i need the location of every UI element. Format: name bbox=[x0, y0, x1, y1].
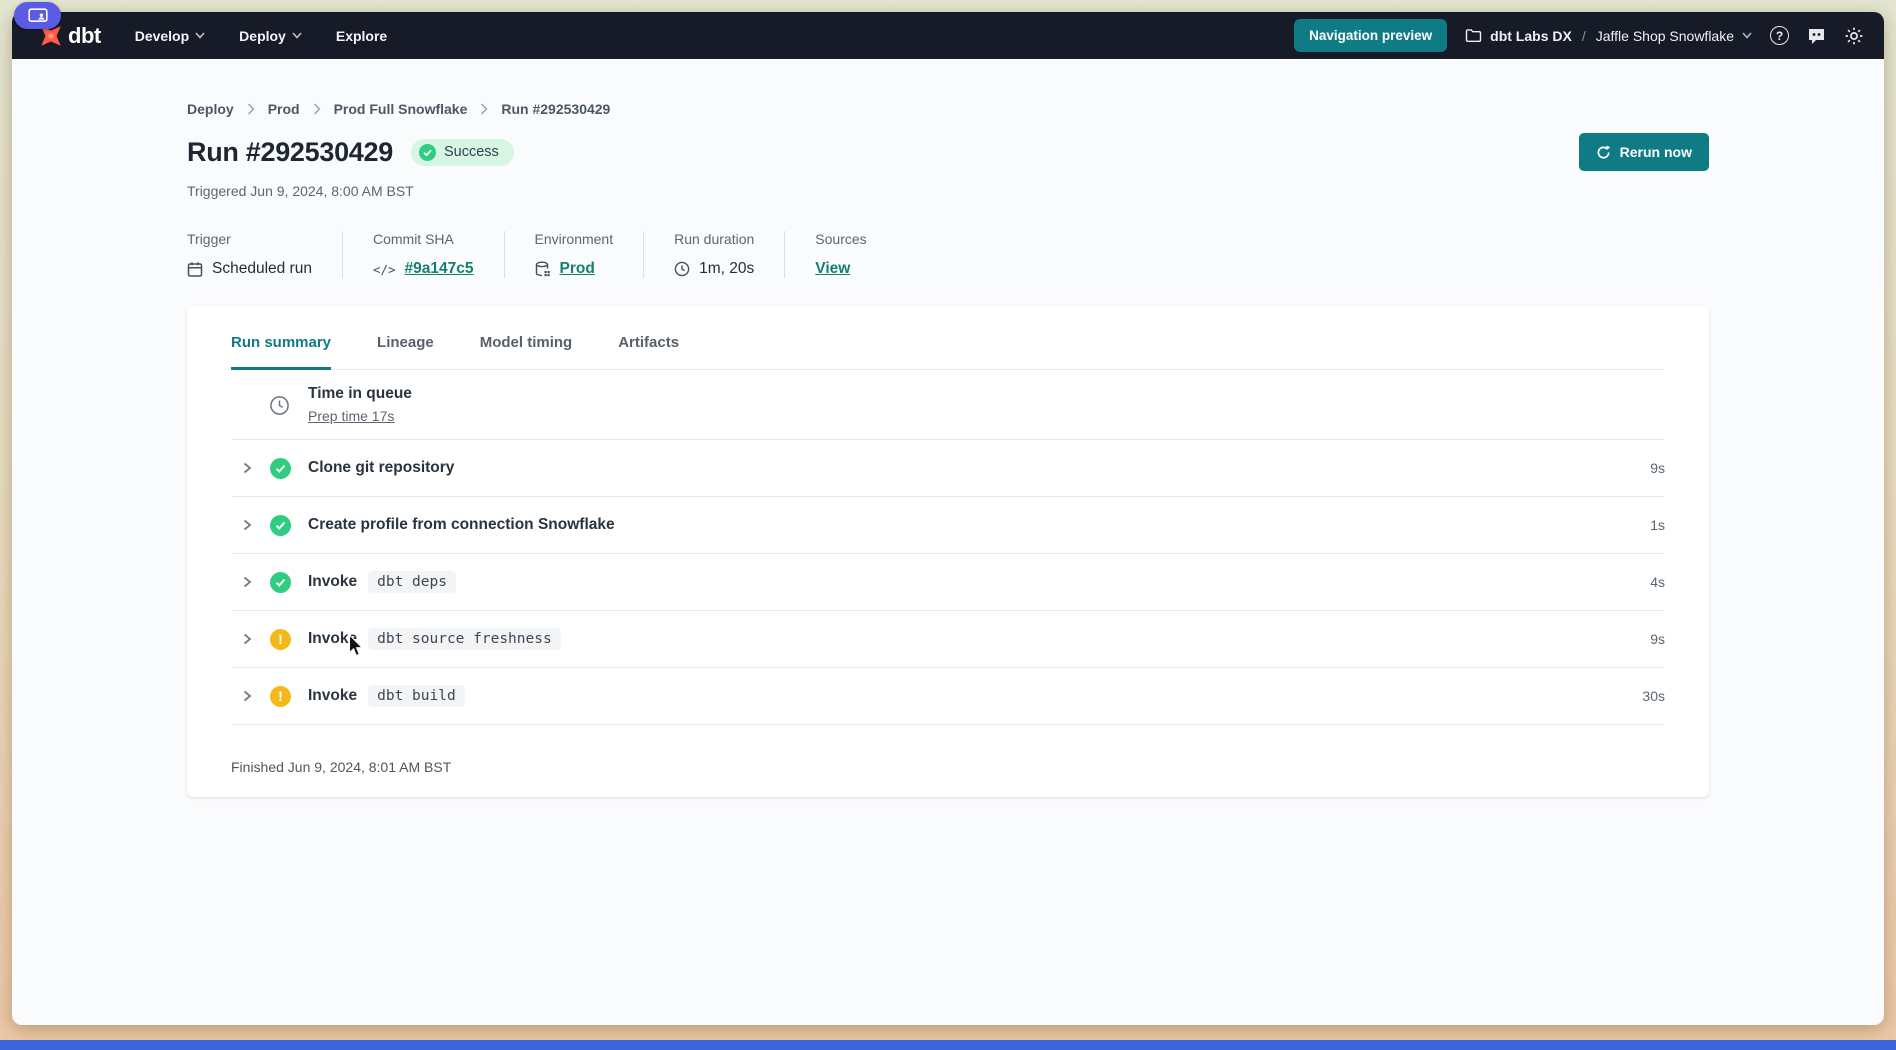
chevron-right-icon bbox=[480, 103, 488, 115]
title-row: Run #292530429 Success Rerun now bbox=[187, 133, 1709, 171]
meta-sources: Sources View bbox=[815, 231, 896, 278]
step-duration: 30s bbox=[1642, 688, 1665, 704]
status-icon: ! bbox=[270, 572, 291, 593]
rerun-now-button[interactable]: Rerun now bbox=[1579, 133, 1709, 171]
meta-run-duration: Run duration 1m, 20s bbox=[674, 231, 785, 278]
step-code: dbt build bbox=[368, 685, 465, 707]
chevron-down-icon bbox=[1742, 32, 1752, 39]
chevron-down-icon bbox=[195, 32, 205, 39]
environment-link[interactable]: Prod bbox=[560, 260, 595, 278]
project-name: Jaffle Shop Snowflake bbox=[1596, 28, 1734, 44]
chevron-right-icon bbox=[313, 103, 321, 115]
expand-chevron-icon[interactable] bbox=[240, 689, 256, 703]
breadcrumb: Deploy Prod Prod Full Snowflake Run #292… bbox=[187, 59, 1709, 117]
bottom-accent-bar bbox=[0, 1040, 1896, 1050]
run-metadata: Trigger Scheduled run Commit SHA </> # bbox=[187, 231, 1709, 278]
gear-icon bbox=[1844, 26, 1864, 46]
success-check-icon bbox=[419, 144, 436, 161]
meta-environment: Environment Prod bbox=[535, 231, 645, 278]
triggered-timestamp: Triggered Jun 9, 2024, 8:00 AM BST bbox=[187, 183, 1709, 199]
breadcrumb-separator: / bbox=[1580, 28, 1588, 44]
help-button[interactable]: ? bbox=[1770, 26, 1789, 45]
run-summary-card: Run summary Lineage Model timing Artifac… bbox=[187, 306, 1709, 797]
code-icon: </> bbox=[373, 262, 396, 277]
status-icon: ! bbox=[270, 629, 291, 650]
step-row-dbt-deps[interactable]: ! Invoke dbt deps 4s bbox=[231, 554, 1665, 611]
sources-view-link[interactable]: View bbox=[815, 260, 850, 278]
screen-share-badge[interactable] bbox=[14, 2, 61, 29]
step-code: dbt deps bbox=[368, 571, 456, 593]
timer-icon bbox=[269, 395, 290, 416]
database-icon bbox=[535, 261, 551, 278]
status-icon: ! bbox=[270, 515, 291, 536]
feedback-icon bbox=[1807, 27, 1826, 45]
tab-lineage[interactable]: Lineage bbox=[377, 334, 434, 370]
expand-chevron-icon[interactable] bbox=[240, 461, 256, 475]
step-row-dbt-source-freshness[interactable]: ! Invoke dbt source freshness 9s bbox=[231, 611, 1665, 668]
chevron-down-icon bbox=[292, 32, 302, 39]
page-title: Run #292530429 bbox=[187, 137, 393, 168]
tab-model-timing[interactable]: Model timing bbox=[480, 334, 573, 370]
queue-title: Time in queue bbox=[308, 385, 412, 403]
screen-share-icon bbox=[28, 8, 48, 24]
meta-trigger: Trigger Scheduled run bbox=[187, 231, 343, 278]
dbt-logo-text: dbt bbox=[68, 23, 101, 49]
breadcrumb-deploy[interactable]: Deploy bbox=[187, 101, 234, 117]
prep-time-link[interactable]: Prep time 17s bbox=[308, 408, 394, 424]
settings-button[interactable] bbox=[1844, 26, 1864, 46]
commit-sha-link[interactable]: #9a147c5 bbox=[405, 260, 474, 278]
step-row-dbt-build[interactable]: ! Invoke dbt build 30s bbox=[231, 668, 1665, 725]
expand-chevron-icon[interactable] bbox=[240, 632, 256, 646]
help-icon: ? bbox=[1770, 26, 1789, 45]
breadcrumb-run: Run #292530429 bbox=[501, 101, 610, 117]
tab-artifacts[interactable]: Artifacts bbox=[618, 334, 679, 370]
step-duration: 1s bbox=[1650, 517, 1665, 533]
main-menu: Develop Deploy Explore bbox=[135, 28, 388, 44]
menu-deploy[interactable]: Deploy bbox=[239, 28, 302, 44]
expand-chevron-icon[interactable] bbox=[240, 518, 256, 532]
status-icon: ! bbox=[270, 686, 291, 707]
status-icon: ! bbox=[270, 458, 291, 479]
project-switcher[interactable]: dbt Labs DX / Jaffle Shop Snowflake bbox=[1465, 28, 1752, 44]
expand-chevron-icon[interactable] bbox=[240, 575, 256, 589]
refresh-icon bbox=[1596, 145, 1611, 160]
step-duration: 4s bbox=[1650, 574, 1665, 590]
time-in-queue-row: Time in queue Prep time 17s bbox=[231, 370, 1665, 440]
breadcrumb-prod[interactable]: Prod bbox=[268, 101, 300, 117]
navbar-right: Navigation preview dbt Labs DX / Jaffle … bbox=[1294, 19, 1864, 52]
chevron-right-icon bbox=[247, 103, 255, 115]
step-row-clone-git[interactable]: ! Clone git repository 9s bbox=[231, 440, 1665, 497]
step-row-create-profile[interactable]: ! Create profile from connection Snowfla… bbox=[231, 497, 1665, 554]
tab-bar: Run summary Lineage Model timing Artifac… bbox=[231, 306, 1665, 370]
step-duration: 9s bbox=[1650, 631, 1665, 647]
feedback-button[interactable] bbox=[1807, 27, 1826, 45]
calendar-icon bbox=[187, 261, 203, 278]
finished-timestamp: Finished Jun 9, 2024, 8:01 AM BST bbox=[231, 725, 1665, 775]
top-navbar: dbt Develop Deploy Explore Navigation pr… bbox=[12, 12, 1884, 59]
account-name: dbt Labs DX bbox=[1490, 28, 1572, 44]
breadcrumb-job[interactable]: Prod Full Snowflake bbox=[334, 101, 468, 117]
tab-run-summary[interactable]: Run summary bbox=[231, 334, 331, 370]
app-window: dbt Develop Deploy Explore Navigation pr… bbox=[12, 12, 1884, 1025]
navigation-preview-button[interactable]: Navigation preview bbox=[1294, 19, 1447, 52]
clock-icon bbox=[674, 261, 690, 277]
step-code: dbt source freshness bbox=[368, 628, 561, 650]
step-duration: 9s bbox=[1650, 460, 1665, 476]
desktop-frame: dbt Develop Deploy Explore Navigation pr… bbox=[0, 0, 1896, 1050]
status-badge: Success bbox=[411, 139, 514, 166]
page-content: Deploy Prod Prod Full Snowflake Run #292… bbox=[12, 59, 1884, 1025]
menu-explore[interactable]: Explore bbox=[336, 28, 387, 44]
meta-commit-sha: Commit SHA </> #9a147c5 bbox=[373, 231, 505, 278]
menu-develop[interactable]: Develop bbox=[135, 28, 205, 44]
folder-icon bbox=[1465, 28, 1482, 43]
